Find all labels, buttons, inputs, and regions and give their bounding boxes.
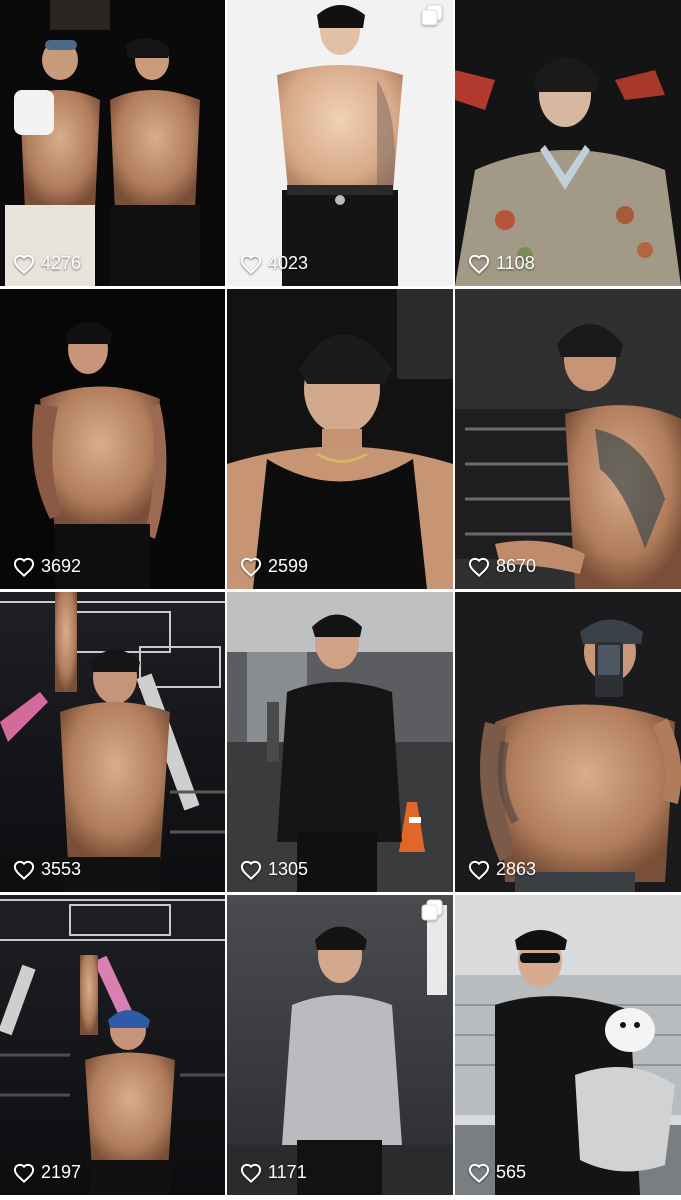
grid-post-7[interactable]: 3553 [0, 592, 225, 892]
heart-outline-icon [468, 860, 490, 880]
multiple-images-icon [421, 899, 443, 921]
heart-outline-icon [240, 1163, 262, 1183]
post-image [455, 895, 681, 1195]
grid-post-5[interactable]: 2599 [227, 289, 453, 589]
like-count: 2863 [468, 859, 536, 880]
post-image [455, 289, 681, 589]
post-image [227, 289, 453, 589]
grid-post-2[interactable]: 4023 [227, 0, 453, 286]
like-count-text: 2863 [496, 859, 537, 879]
post-image [455, 592, 681, 892]
heart-outline-icon [468, 254, 490, 274]
like-count-text: 8670 [496, 556, 537, 576]
like-count: 1305 [240, 859, 308, 880]
heart-outline-icon [240, 557, 262, 577]
grid-post-11[interactable]: 1171 [227, 895, 453, 1195]
heart-outline-icon [13, 1163, 35, 1183]
like-count-text: 2197 [41, 1162, 82, 1182]
post-image [227, 592, 453, 892]
post-image [0, 895, 225, 1195]
post-image [0, 592, 225, 892]
like-count: 3553 [13, 859, 81, 880]
post-image [227, 895, 453, 1195]
grid-post-10[interactable]: 2197 [0, 895, 225, 1195]
like-count: 1171 [240, 1162, 307, 1183]
grid-post-6[interactable]: 8670 [455, 289, 681, 589]
like-count-text: 4023 [268, 253, 309, 273]
like-count: 3692 [13, 556, 81, 577]
heart-outline-icon [468, 557, 490, 577]
like-count-text: 3692 [41, 556, 82, 576]
like-count-text: 1305 [268, 859, 309, 879]
grid-post-9[interactable]: 2863 [455, 592, 681, 892]
heart-outline-icon [240, 254, 262, 274]
like-count: 4023 [240, 253, 308, 274]
like-count: 8670 [468, 556, 536, 577]
like-count: 1108 [468, 253, 535, 274]
post-image [0, 289, 225, 589]
photo-grid: 4276 4023 1108 3692 2599 8670 3553 1305 … [0, 0, 681, 1200]
heart-outline-icon [240, 860, 262, 880]
grid-post-12[interactable]: 565 [455, 895, 681, 1195]
like-count-text: 1171 [268, 1162, 307, 1182]
like-count: 4276 [13, 253, 81, 274]
post-image [227, 0, 453, 286]
multiple-images-badge [421, 899, 443, 921]
like-count: 2197 [13, 1162, 81, 1183]
grid-post-8[interactable]: 1305 [227, 592, 453, 892]
grid-post-1[interactable]: 4276 [0, 0, 225, 286]
grid-post-3[interactable]: 1108 [455, 0, 681, 286]
multiple-images-icon [421, 4, 443, 26]
like-count-text: 4276 [41, 253, 82, 273]
like-count-text: 565 [496, 1162, 527, 1182]
heart-outline-icon [13, 254, 35, 274]
like-count-text: 2599 [268, 556, 309, 576]
multiple-images-badge [421, 4, 443, 26]
like-count-text: 3553 [41, 859, 82, 879]
heart-outline-icon [468, 1163, 490, 1183]
heart-outline-icon [13, 860, 35, 880]
like-count: 565 [468, 1162, 526, 1183]
grid-post-4[interactable]: 3692 [0, 289, 225, 589]
like-count: 2599 [240, 556, 308, 577]
post-image [0, 0, 225, 286]
post-image [455, 0, 681, 286]
like-count-text: 1108 [496, 253, 535, 273]
heart-outline-icon [13, 557, 35, 577]
